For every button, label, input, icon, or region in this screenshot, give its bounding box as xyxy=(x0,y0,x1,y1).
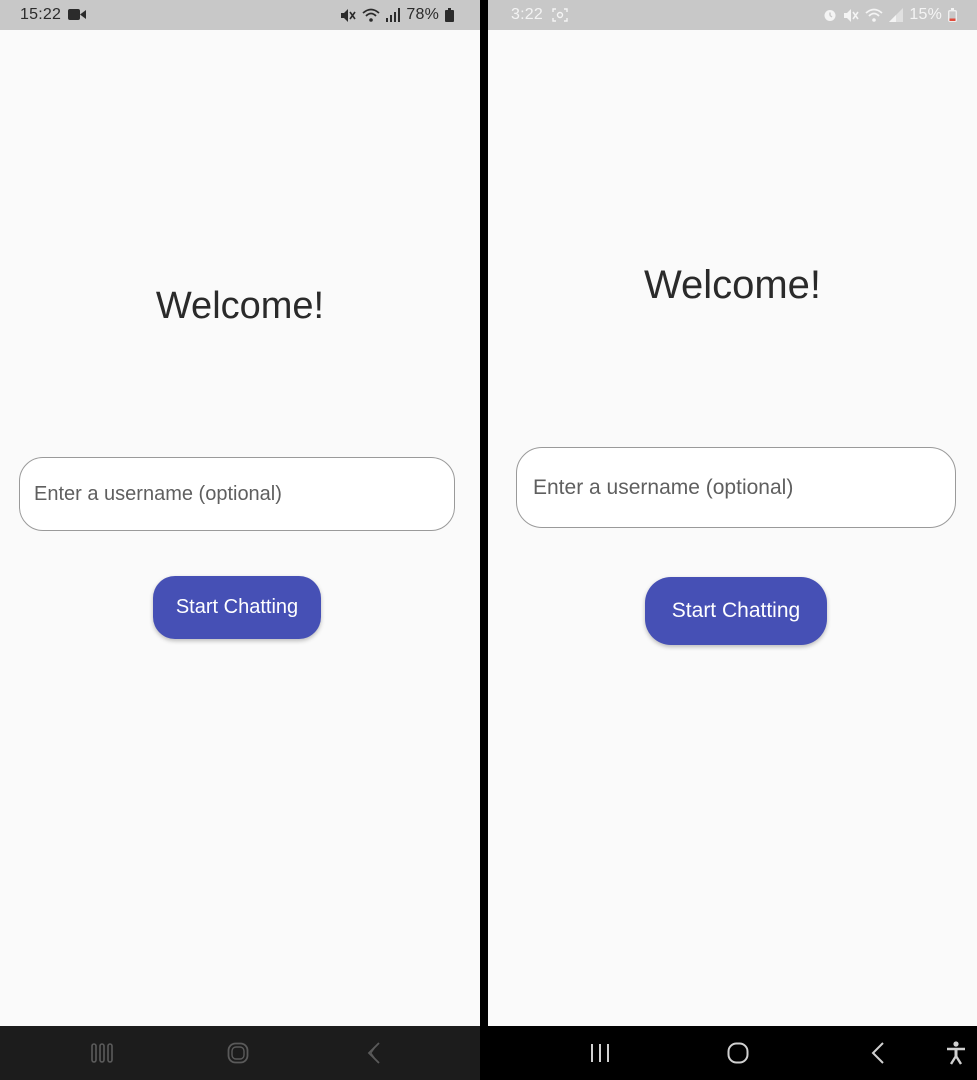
right-phone-screen: 3:22 15% Welcome! Enter a username (opti… xyxy=(488,0,977,1080)
mute-icon xyxy=(843,8,860,23)
status-icons: 78% xyxy=(340,6,454,24)
video-camera-icon xyxy=(68,8,86,26)
alarm-icon xyxy=(823,8,837,22)
battery-percentage: 78% xyxy=(406,6,439,23)
status-time: 3:22 xyxy=(511,6,543,23)
username-input[interactable] xyxy=(516,447,956,528)
recent-apps-icon[interactable] xyxy=(80,1026,124,1080)
back-icon[interactable] xyxy=(856,1026,900,1080)
username-input[interactable] xyxy=(19,457,455,531)
wifi-icon xyxy=(362,8,380,22)
welcome-title: Welcome! xyxy=(155,285,325,327)
signal-icon xyxy=(386,8,401,22)
battery-icon xyxy=(445,8,454,22)
battery-low-icon xyxy=(948,8,957,22)
status-bar: 15:22 78% xyxy=(0,0,480,30)
accessibility-icon[interactable] xyxy=(938,1026,974,1080)
wifi-icon xyxy=(865,8,883,22)
status-bar: 3:22 15% xyxy=(488,0,977,30)
battery-percentage: 15% xyxy=(909,6,942,23)
start-chatting-button[interactable]: Start Chatting xyxy=(153,576,321,639)
mute-icon xyxy=(340,8,357,23)
status-icons: 15% xyxy=(823,6,957,24)
status-time: 15:22 xyxy=(20,6,62,23)
navigation-bar xyxy=(488,1026,977,1080)
left-phone-screen: 15:22 78% Welcome! Enter a username (opt… xyxy=(0,0,480,1080)
signal-icon xyxy=(889,8,904,22)
navigation-bar xyxy=(0,1026,480,1080)
start-chatting-button[interactable]: Start Chatting xyxy=(645,577,827,645)
back-icon[interactable] xyxy=(352,1026,396,1080)
screen-record-icon xyxy=(552,8,568,27)
welcome-title: Welcome! xyxy=(643,263,822,307)
home-icon[interactable] xyxy=(716,1026,760,1080)
recent-apps-icon[interactable] xyxy=(578,1026,622,1080)
home-icon[interactable] xyxy=(216,1026,260,1080)
